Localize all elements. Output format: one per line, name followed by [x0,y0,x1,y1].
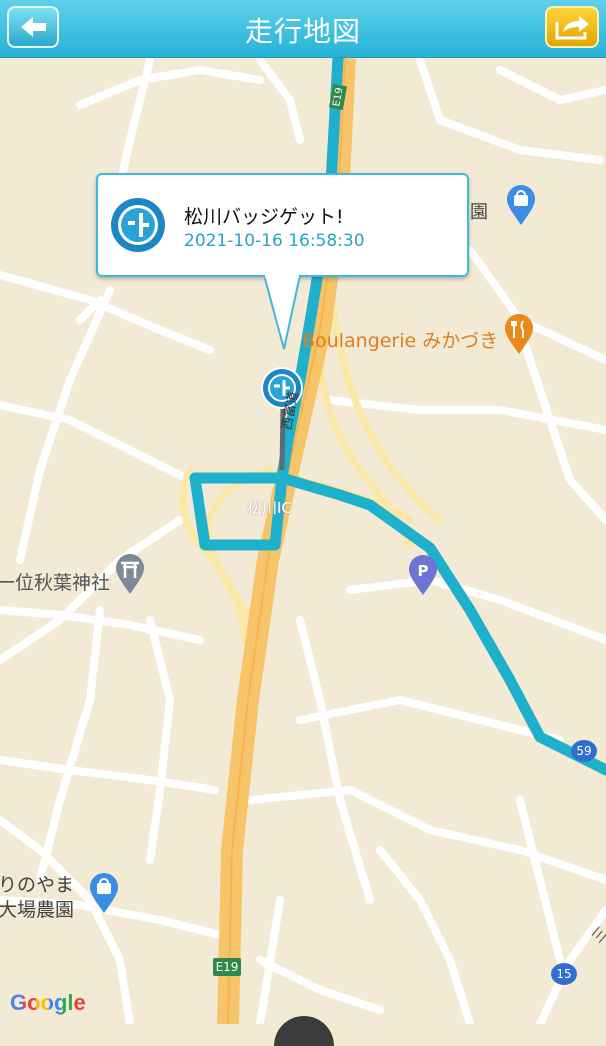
page-title: 走行地図 [244,15,361,48]
restaurant-icon[interactable] [503,314,535,356]
shopping-bag-icon[interactable] [505,185,537,227]
e19-shield-bottom: E19 [213,958,241,976]
svg-text:P: P [418,562,429,580]
poi-farm-label-line1: りのやま [0,874,75,896]
poi-bakery-label: Boulangerie みかづき [302,330,499,352]
share-icon [555,16,589,40]
poi-shrine-label: 一位秋葉神社 [0,572,111,594]
poi-farm-label-line2: 大場農園 [0,899,75,921]
interchange-label: 松川IC [247,499,292,517]
popup-pointer [262,275,302,350]
parking-icon[interactable]: P [407,555,439,597]
app-header: 走行地図 [0,0,606,58]
route-15-shield: 15 [551,963,577,985]
google-attribution: Google [10,990,86,1015]
badge-info-popup[interactable]: 松川バッジゲット! 2021-10-16 16:58:30 [96,173,469,277]
route-59-shield: 59 [571,740,597,762]
popup-title: 松川バッジゲット! [184,206,344,228]
share-button[interactable] [545,6,599,48]
shrine-icon[interactable] [114,554,146,596]
shopping-bag-icon-2[interactable] [88,873,120,915]
popup-timestamp: 2021-10-16 16:58:30 [184,231,365,251]
badge-icon [111,198,165,252]
